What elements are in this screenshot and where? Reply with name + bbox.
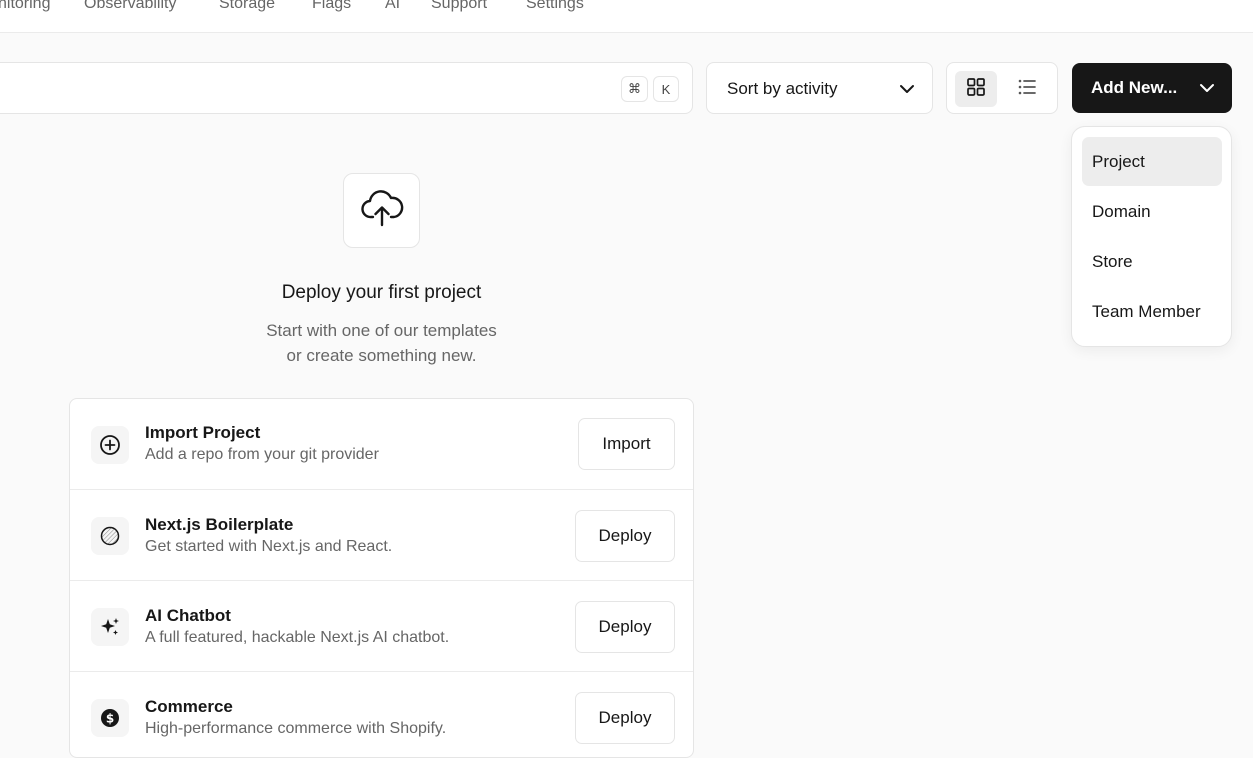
nav-item-support[interactable]: Support: [431, 0, 487, 13]
template-description: A full featured, hackable Next.js AI cha…: [145, 629, 450, 646]
nav-item-ai[interactable]: AI: [385, 0, 400, 13]
template-title: Commerce: [145, 697, 233, 716]
svg-text:$: $: [106, 712, 114, 726]
chevron-down-icon: [897, 79, 917, 104]
nav-item-observability[interactable]: Observability: [84, 0, 176, 13]
nav-item-monitoring[interactable]: nitoring: [0, 0, 50, 13]
shortcut-key-k: K: [653, 76, 679, 102]
menu-item-project[interactable]: Project: [1082, 137, 1222, 186]
list-icon: [1017, 77, 1037, 102]
grid-icon: [966, 77, 986, 102]
add-new-label: Add New...: [1091, 78, 1178, 97]
template-description: Get started with Next.js and React.: [145, 538, 393, 555]
sort-select-label: Sort by activity: [727, 79, 838, 98]
deploy-button[interactable]: Deploy: [575, 510, 675, 562]
shortcut-key-cmd: ⌘: [621, 76, 648, 102]
template-row-import: Import Project Add a repo from your git …: [70, 399, 693, 490]
empty-state-title: Deploy your first project: [281, 282, 482, 303]
grid-view-button[interactable]: [955, 71, 997, 107]
template-title: Next.js Boilerplate: [145, 515, 294, 534]
template-row-commerce: $ Commerce High-performance commerce wit…: [70, 672, 693, 757]
add-new-menu: Project Domain Store Team Member: [1071, 126, 1232, 347]
empty-state-subtitle-line1: Start with one of our templates: [266, 321, 497, 340]
chevron-down-icon: [1197, 78, 1217, 103]
menu-item-store[interactable]: Store: [1082, 237, 1222, 286]
plus-circle-icon: [91, 426, 129, 464]
template-row-ai-chatbot: AI Chatbot A full featured, hackable Nex…: [70, 581, 693, 672]
sparkles-icon: [91, 608, 129, 646]
search-input[interactable]: ⌘ K: [0, 62, 693, 114]
template-title: AI Chatbot: [145, 606, 231, 625]
template-description: High-performance commerce with Shopify.: [145, 720, 447, 737]
empty-state-subtitle-line2: or create something new.: [286, 346, 477, 365]
top-navigation: nitoring Observability Storage Flags AI …: [0, 0, 1253, 33]
menu-item-domain[interactable]: Domain: [1082, 187, 1222, 236]
nav-item-flags[interactable]: Flags: [312, 0, 351, 13]
dollar-circle-icon: $: [91, 699, 129, 737]
deploy-button[interactable]: Deploy: [575, 692, 675, 744]
nextjs-logo-icon: [91, 517, 129, 555]
nav-item-storage[interactable]: Storage: [219, 0, 275, 13]
sort-select[interactable]: Sort by activity: [706, 62, 933, 114]
template-title: Import Project: [145, 423, 261, 442]
template-row-nextjs: Next.js Boilerplate Get started with Nex…: [70, 490, 693, 581]
import-button[interactable]: Import: [578, 418, 675, 470]
template-list: Import Project Add a repo from your git …: [69, 398, 694, 758]
menu-item-team-member[interactable]: Team Member: [1082, 287, 1222, 336]
list-view-button[interactable]: [1006, 71, 1048, 107]
template-description: Add a repo from your git provider: [145, 446, 379, 463]
view-toggle: [946, 62, 1058, 114]
add-new-button[interactable]: Add New...: [1072, 63, 1232, 113]
deploy-button[interactable]: Deploy: [575, 601, 675, 653]
nav-item-settings[interactable]: Settings: [526, 0, 584, 13]
cloud-upload-icon: [360, 186, 404, 235]
upload-tile: [343, 173, 420, 248]
